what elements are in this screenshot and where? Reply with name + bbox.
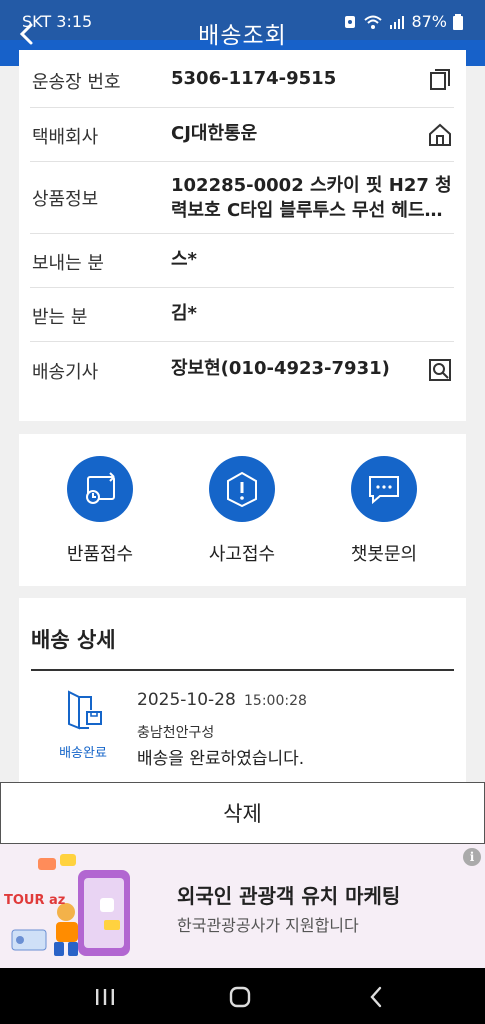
action-label: 챗봇문의	[350, 544, 418, 565]
info-row-tracking-number: 운송장 번호 5306-1174-9515	[30, 50, 454, 108]
recent-apps-icon[interactable]	[92, 984, 118, 1010]
back-button-icon[interactable]	[364, 984, 390, 1010]
info-row-courier: 택배회사 CJ대한통운	[30, 108, 454, 162]
info-label: 배송기사	[32, 362, 99, 383]
action-label: 반품접수	[66, 544, 134, 565]
info-row-product: 상품정보 102285-0002 스카이 핏 H27 청 력보호 C타입 블루투…	[30, 162, 454, 234]
detail-divider	[31, 669, 454, 671]
return-request-button[interactable]: 반품접수	[35, 456, 165, 566]
service-actions-card: 반품접수 사고접수 챗봇문의	[19, 434, 466, 586]
info-value: 김*	[171, 303, 197, 324]
delete-button[interactable]: 삭제	[0, 782, 485, 844]
track-message: 배송을 완료하였습니다.	[137, 749, 305, 769]
info-value: 장보현(010-4923-7931)	[171, 358, 390, 379]
info-label: 상품정보	[32, 189, 99, 210]
info-label: 택배회사	[32, 127, 99, 148]
home-icon[interactable]	[428, 123, 452, 147]
delivered-door-icon	[68, 690, 102, 730]
ad-brand: TOUR az	[4, 893, 65, 908]
action-label: 사고접수	[208, 544, 276, 565]
track-status-label: 배송완료	[59, 746, 107, 761]
ad-headline: 외국인 관광객 유치 마케팅	[177, 884, 401, 908]
info-label: 보내는 분	[32, 253, 104, 274]
chat-icon	[351, 456, 417, 522]
ad-illustration: TOUR az	[4, 854, 130, 956]
search-icon[interactable]	[428, 358, 452, 382]
ad-subline: 한국관광공사가 지원합니다	[177, 916, 359, 935]
ad-info-icon[interactable]: i	[463, 848, 481, 866]
info-row-sender: 보내는 분 스*	[30, 234, 454, 288]
track-time: 15:00:28	[244, 693, 307, 709]
info-value: 스*	[171, 249, 197, 270]
shipment-info-card: 운송장 번호 5306-1174-9515 택배회사 CJ대한통운 상품정보 1…	[19, 50, 466, 421]
info-value: CJ대한통운	[171, 123, 258, 144]
info-label: 운송장 번호	[32, 72, 121, 93]
return-icon	[67, 456, 133, 522]
info-label: 받는 분	[32, 307, 88, 328]
chatbot-inquiry-button[interactable]: 챗봇문의	[319, 456, 449, 566]
track-location: 충남천안구성	[137, 725, 215, 741]
delivery-detail-card: 배송 상세 배송완료 2025-10-28 15:00:28 충남천안구성 배송…	[19, 598, 466, 788]
info-value-line1: 102285-0002 스카이 핏 H27 청	[171, 175, 452, 196]
alert-box-icon	[209, 456, 275, 522]
info-row-driver: 배송기사 장보현(010-4923-7931)	[30, 342, 454, 398]
page-title: 배송조회	[198, 23, 287, 49]
ad-banner[interactable]: TOUR az 외국인 관광객 유치 마케팅 한국관광공사가 지원합니다 i	[0, 844, 485, 968]
copy-icon[interactable]	[428, 68, 452, 92]
system-nav-bar	[0, 968, 485, 1024]
info-value-line2: 력보호 C타입 블루투스 무선 헤드…	[171, 200, 443, 221]
track-status: 배송완료	[56, 688, 110, 761]
incident-report-button[interactable]: 사고접수	[177, 456, 307, 566]
info-row-recipient: 받는 분 김*	[30, 288, 454, 342]
home-button-icon[interactable]	[227, 984, 253, 1010]
track-date: 2025-10-28	[137, 690, 236, 710]
info-value: 5306-1174-9515	[171, 68, 337, 89]
detail-title: 배송 상세	[31, 628, 116, 652]
